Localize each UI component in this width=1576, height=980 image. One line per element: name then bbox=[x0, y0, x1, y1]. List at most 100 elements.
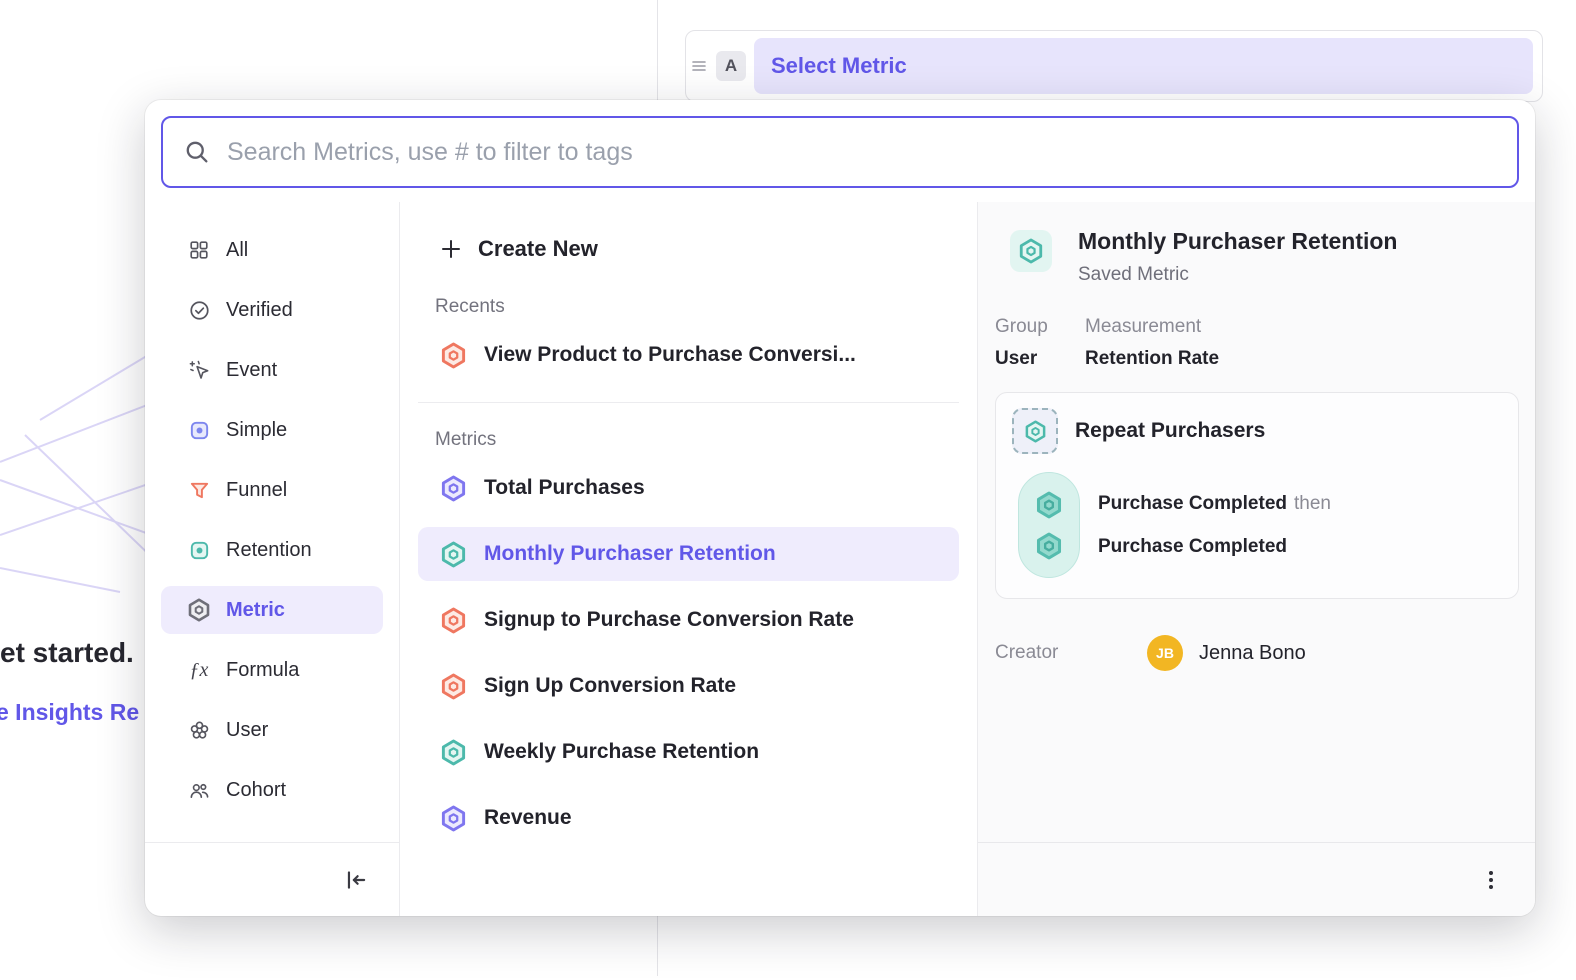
avatar: JB bbox=[1147, 635, 1183, 671]
retention-hexagon-icon bbox=[1024, 420, 1047, 443]
decorative-chart-lines bbox=[0, 330, 160, 600]
category-sidebar: All Verified bbox=[145, 202, 400, 916]
drag-handle-icon[interactable] bbox=[690, 57, 708, 75]
sidebar-item-label: All bbox=[226, 239, 248, 262]
grid-icon bbox=[187, 238, 211, 262]
funnel-icon bbox=[187, 478, 211, 502]
detail-footer bbox=[978, 842, 1535, 916]
category-list: All Verified bbox=[145, 202, 399, 842]
definition-title: Repeat Purchasers bbox=[1075, 419, 1265, 443]
plus-icon bbox=[439, 237, 463, 261]
sidebar-item-label: Cohort bbox=[226, 779, 286, 802]
steps-pill bbox=[1018, 472, 1080, 578]
metric-properties: Group User Measurement Retention Rate bbox=[995, 316, 1519, 370]
step-hexagon-icon bbox=[1035, 532, 1063, 560]
detail-subtitle: Saved Metric bbox=[1078, 264, 1397, 286]
list-item-label: Signup to Purchase Conversion Rate bbox=[484, 608, 854, 632]
metric-list-column: Create New Recents View Product to Purch… bbox=[400, 202, 978, 916]
list-item-label: Monthly Purchaser Retention bbox=[484, 542, 776, 566]
step-hexagon-icon bbox=[1035, 491, 1063, 519]
list-item-metric[interactable]: Total Purchases bbox=[418, 461, 959, 515]
user-flower-icon bbox=[187, 718, 211, 742]
metric-detail-panel: Monthly Purchaser Retention Saved Metric… bbox=[978, 202, 1535, 916]
sidebar-item-metric[interactable]: Metric bbox=[161, 586, 383, 634]
list-item-label: Total Purchases bbox=[484, 476, 645, 500]
sidebar-item-all[interactable]: All bbox=[161, 226, 383, 274]
modal-body: All Verified bbox=[145, 202, 1535, 916]
group-label: Group bbox=[995, 316, 1085, 338]
formula-fx-icon: ƒx bbox=[187, 658, 211, 682]
measurement-value: Retention Rate bbox=[1085, 348, 1219, 370]
list-divider bbox=[418, 402, 959, 403]
search-icon bbox=[183, 138, 211, 166]
metric-hexagon-icon bbox=[187, 598, 211, 622]
sidebar-item-label: Funnel bbox=[226, 479, 287, 502]
list-item-label: View Product to Purchase Conversi... bbox=[484, 343, 856, 367]
query-builder-card: A Select Metric bbox=[685, 30, 1543, 102]
collapse-panel-icon[interactable] bbox=[343, 867, 369, 893]
more-options-icon[interactable] bbox=[1481, 869, 1501, 891]
sidebar-item-label: User bbox=[226, 719, 268, 742]
sidebar-item-user[interactable]: User bbox=[161, 706, 383, 754]
event-cursor-icon bbox=[187, 358, 211, 382]
sidebar-item-formula[interactable]: ƒx Formula bbox=[161, 646, 383, 694]
app-root: et started. e Insights Re A Select Metri… bbox=[0, 0, 1576, 980]
funnel-hexagon-icon bbox=[440, 673, 467, 700]
creator-name: Jenna Bono bbox=[1199, 642, 1306, 665]
create-new-label: Create New bbox=[478, 236, 598, 262]
verified-badge-icon bbox=[187, 298, 211, 322]
metric-select-modal: All Verified bbox=[145, 100, 1535, 916]
sidebar-item-label: Metric bbox=[226, 599, 285, 622]
detail-title: Monthly Purchaser Retention bbox=[1078, 228, 1397, 255]
step-2-text: Purchase Completed bbox=[1098, 536, 1331, 558]
sidebar-item-simple[interactable]: Simple bbox=[161, 406, 383, 454]
funnel-hexagon-icon bbox=[440, 607, 467, 634]
metrics-section-header: Metrics bbox=[435, 429, 959, 451]
metric-slot-badge[interactable]: A bbox=[716, 51, 746, 81]
search-section bbox=[145, 100, 1535, 202]
detail-content: Monthly Purchaser Retention Saved Metric… bbox=[978, 202, 1535, 842]
list-item-metric[interactable]: Revenue bbox=[418, 791, 959, 845]
sidebar-item-cohort[interactable]: Cohort bbox=[161, 766, 383, 814]
list-item-metric[interactable]: Sign Up Conversion Rate bbox=[418, 659, 959, 713]
creator-label: Creator bbox=[995, 642, 1147, 664]
search-box bbox=[161, 116, 1519, 188]
sidebar-item-label: Event bbox=[226, 359, 277, 382]
list-item-metric[interactable]: Signup to Purchase Conversion Rate bbox=[418, 593, 959, 647]
list-item-label: Sign Up Conversion Rate bbox=[484, 674, 736, 698]
sidebar-item-retention[interactable]: Retention bbox=[161, 526, 383, 574]
funnel-hexagon-icon bbox=[440, 342, 467, 369]
sidebar-item-verified[interactable]: Verified bbox=[161, 286, 383, 334]
list-item-metric-selected[interactable]: Monthly Purchaser Retention bbox=[418, 527, 959, 581]
definition-header: Repeat Purchasers bbox=[1012, 408, 1502, 454]
definition-steps: Purchase Completedthen Purchase Complete… bbox=[1018, 472, 1502, 578]
sidebar-item-event[interactable]: Event bbox=[161, 346, 383, 394]
sidebar-item-funnel[interactable]: Funnel bbox=[161, 466, 383, 514]
step-connector: then bbox=[1294, 493, 1331, 514]
step-1-text: Purchase Completedthen bbox=[1098, 493, 1331, 515]
detail-header: Monthly Purchaser Retention Saved Metric bbox=[1010, 228, 1519, 286]
sidebar-item-label: Formula bbox=[226, 659, 299, 682]
get-started-text: et started. bbox=[0, 637, 134, 669]
metric-type-icon-box bbox=[1010, 230, 1052, 272]
sidebar-item-label: Verified bbox=[226, 299, 293, 322]
metric-definition-card: Repeat Purchasers Purchase Completedthen bbox=[995, 392, 1519, 599]
insights-report-link[interactable]: e Insights Re bbox=[0, 699, 139, 726]
search-input[interactable] bbox=[225, 137, 1505, 168]
retention-hexagon-icon bbox=[1018, 238, 1044, 264]
recents-section-header: Recents bbox=[435, 296, 959, 318]
retention-hexagon-icon bbox=[440, 541, 467, 568]
simple-icon bbox=[187, 418, 211, 442]
measurement-label: Measurement bbox=[1085, 316, 1219, 338]
creator-row: Creator JB Jenna Bono bbox=[995, 635, 1519, 671]
select-metric-button[interactable]: Select Metric bbox=[754, 38, 1533, 94]
definition-icon-box bbox=[1012, 408, 1058, 454]
list-item-label: Weekly Purchase Retention bbox=[484, 740, 759, 764]
create-new-button[interactable]: Create New bbox=[418, 228, 959, 270]
list-item-label: Revenue bbox=[484, 806, 572, 830]
list-item-metric[interactable]: Weekly Purchase Retention bbox=[418, 725, 959, 779]
group-value: User bbox=[995, 348, 1085, 370]
sidebar-footer bbox=[145, 842, 399, 916]
retention-hexagon-icon bbox=[440, 739, 467, 766]
list-item-recent-funnel[interactable]: View Product to Purchase Conversi... bbox=[418, 328, 959, 382]
